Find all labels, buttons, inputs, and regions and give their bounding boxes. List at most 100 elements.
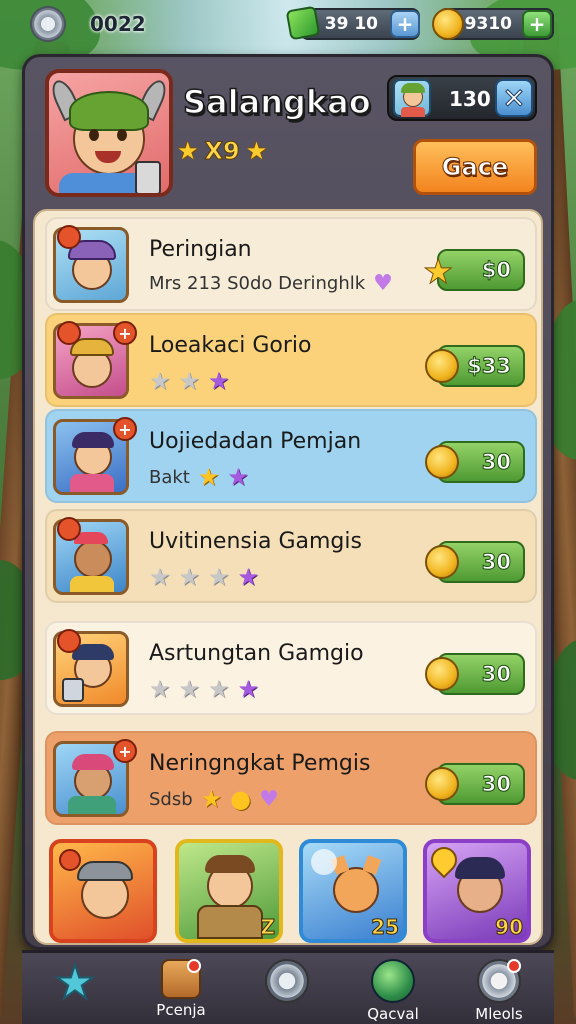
star-icon: ★ (200, 785, 223, 813)
buy-button[interactable]: 30 (425, 441, 525, 483)
gem-icon (285, 5, 321, 41)
list-item-subtitle: Sdsb ★ ● ♥ (149, 785, 279, 813)
coin-icon (425, 545, 459, 579)
nav-item-more[interactable]: Mleols (446, 953, 552, 1024)
star-icon: ★ (149, 367, 171, 395)
star-icon: ★ (208, 675, 230, 703)
add-gems-button[interactable]: + (390, 10, 420, 38)
character-card[interactable]: 90 (423, 839, 531, 943)
badge-icon (57, 517, 81, 541)
coin-icon (425, 767, 459, 801)
notification-dot (187, 959, 201, 973)
buy-button[interactable]: ★ $0 (422, 249, 525, 293)
list-item-subtext: Sdsb (149, 788, 193, 810)
main-panel: Salangkao ★ X9 ★ 130 ✕ Gace Peringian Mr… (22, 54, 554, 950)
coin-icon (432, 8, 464, 40)
card-number: 25 (371, 915, 400, 940)
action-button[interactable]: Gace (413, 139, 537, 195)
top-score: 0022 (90, 12, 146, 36)
character-card-row: Z 25 90 (45, 837, 537, 945)
list-item-subtitle: ★ ★ ★ ★ (149, 675, 259, 703)
list-item[interactable]: Uvitinensia Gamgis ★ ★ ★ ★ 30 (45, 509, 537, 603)
list-item-name: Neringngkat Pemgis (149, 751, 371, 776)
gem-count: 39 10 (324, 14, 378, 34)
gear-icon (477, 959, 521, 1003)
heart-icon: ♥ (373, 271, 393, 296)
list-item[interactable]: + Uojiedadan Pemjan Bakt ★ ★ 30 (45, 409, 537, 503)
globe-icon (371, 959, 415, 1003)
buy-button[interactable]: $33 (425, 345, 525, 387)
star-icon: ★ (178, 563, 201, 591)
card-number: 90 (495, 915, 524, 940)
badge-icon (57, 225, 81, 249)
nav-item-home[interactable]: ★ (22, 953, 128, 1024)
list-item-subtext: Mrs 213 S0do Deringhlk (149, 273, 366, 294)
settings-icon (265, 959, 309, 1003)
price-label: 30 (481, 550, 511, 575)
star-icon: ★ (53, 955, 96, 1009)
price-label: 30 (481, 662, 511, 687)
character-list: Peringian Mrs 213 S0do Deringhlk ♥ ★ $0 … (33, 209, 543, 945)
rating-text: X9 (204, 137, 240, 166)
star-icon: ★ (178, 675, 201, 703)
list-item-subtitle: Mrs 213 S0do Deringhlk ♥ (149, 271, 393, 296)
list-item-name: Peringian (149, 237, 252, 262)
add-icon[interactable]: + (113, 739, 137, 763)
nav-item-world[interactable]: Qacval (340, 953, 446, 1024)
list-item[interactable]: Asrtungtan Gamgio ★ ★ ★ ★ 30 (45, 621, 537, 715)
nav-label: Pcenja (156, 1001, 206, 1019)
buy-button[interactable]: 30 (425, 763, 525, 805)
character-card[interactable]: Z (175, 839, 283, 943)
settings-gear-icon[interactable] (30, 6, 66, 42)
list-item-subtitle: ★ ★ ★ ★ (149, 563, 259, 591)
star-icon: ★ (237, 563, 260, 591)
notification-dot (507, 959, 521, 973)
price-label: 30 (481, 450, 511, 475)
nav-item-settings[interactable] (234, 953, 340, 1024)
top-bar: 0022 39 10 + 9310 + (0, 0, 576, 50)
nav-label: Qacval (367, 1005, 419, 1023)
list-item-name: Loeakaci Gorio (149, 333, 312, 358)
star-icon: ★ (208, 563, 230, 591)
star-icon: ★ (237, 675, 260, 703)
add-coins-button[interactable]: + (522, 10, 552, 38)
add-icon[interactable]: + (113, 417, 137, 441)
price-label: 30 (481, 772, 511, 797)
character-card[interactable]: 25 (299, 839, 407, 943)
star-icon: ★ (245, 137, 268, 165)
price-label: $0 (481, 258, 511, 283)
star-icon: ★ (197, 463, 220, 491)
star-icon: ★ (422, 252, 454, 293)
player-rating: ★ X9 ★ (177, 137, 268, 166)
close-icon[interactable]: ✕ (495, 79, 533, 117)
buy-button[interactable]: 30 (425, 541, 525, 583)
character-card[interactable] (49, 839, 157, 943)
nav-label: Mleols (475, 1005, 523, 1023)
list-item[interactable]: + Neringngkat Pemgis Sdsb ★ ● ♥ 30 (45, 731, 537, 825)
price-label: $33 (467, 354, 512, 379)
list-item-name: Uojiedadan Pemjan (149, 429, 362, 454)
friend-count: 130 (449, 87, 491, 111)
nav-item-shop[interactable]: Pcenja (128, 953, 234, 1024)
coin-icon: ● (230, 785, 252, 813)
friend-counter: 130 ✕ (387, 75, 537, 121)
buy-button[interactable]: 30 (425, 653, 525, 695)
player-name: Salangkao (182, 82, 371, 122)
star-icon: ★ (149, 675, 171, 703)
bottom-navigation: ★ Pcenja Qacval Mleols (22, 950, 554, 1024)
friend-avatar (393, 79, 431, 117)
list-item[interactable]: Peringian Mrs 213 S0do Deringhlk ♥ ★ $0 (45, 217, 537, 311)
star-icon: ★ (227, 463, 249, 491)
star-icon: ★ (178, 367, 201, 395)
list-item-name: Uvitinensia Gamgis (149, 529, 362, 554)
list-item[interactable]: + Loeakaci Gorio ★ ★ ★ $33 (45, 313, 537, 407)
player-avatar[interactable] (45, 69, 173, 197)
add-icon[interactable]: + (113, 321, 137, 345)
list-item-subtext: Bakt (149, 466, 190, 488)
badge-icon (57, 321, 81, 345)
list-item-subtitle: ★ ★ ★ (149, 367, 230, 395)
list-item-name: Asrtungtan Gamgio (149, 641, 364, 666)
coin-icon (425, 445, 459, 479)
card-number: Z (260, 915, 275, 940)
star-icon: ★ (208, 367, 230, 395)
